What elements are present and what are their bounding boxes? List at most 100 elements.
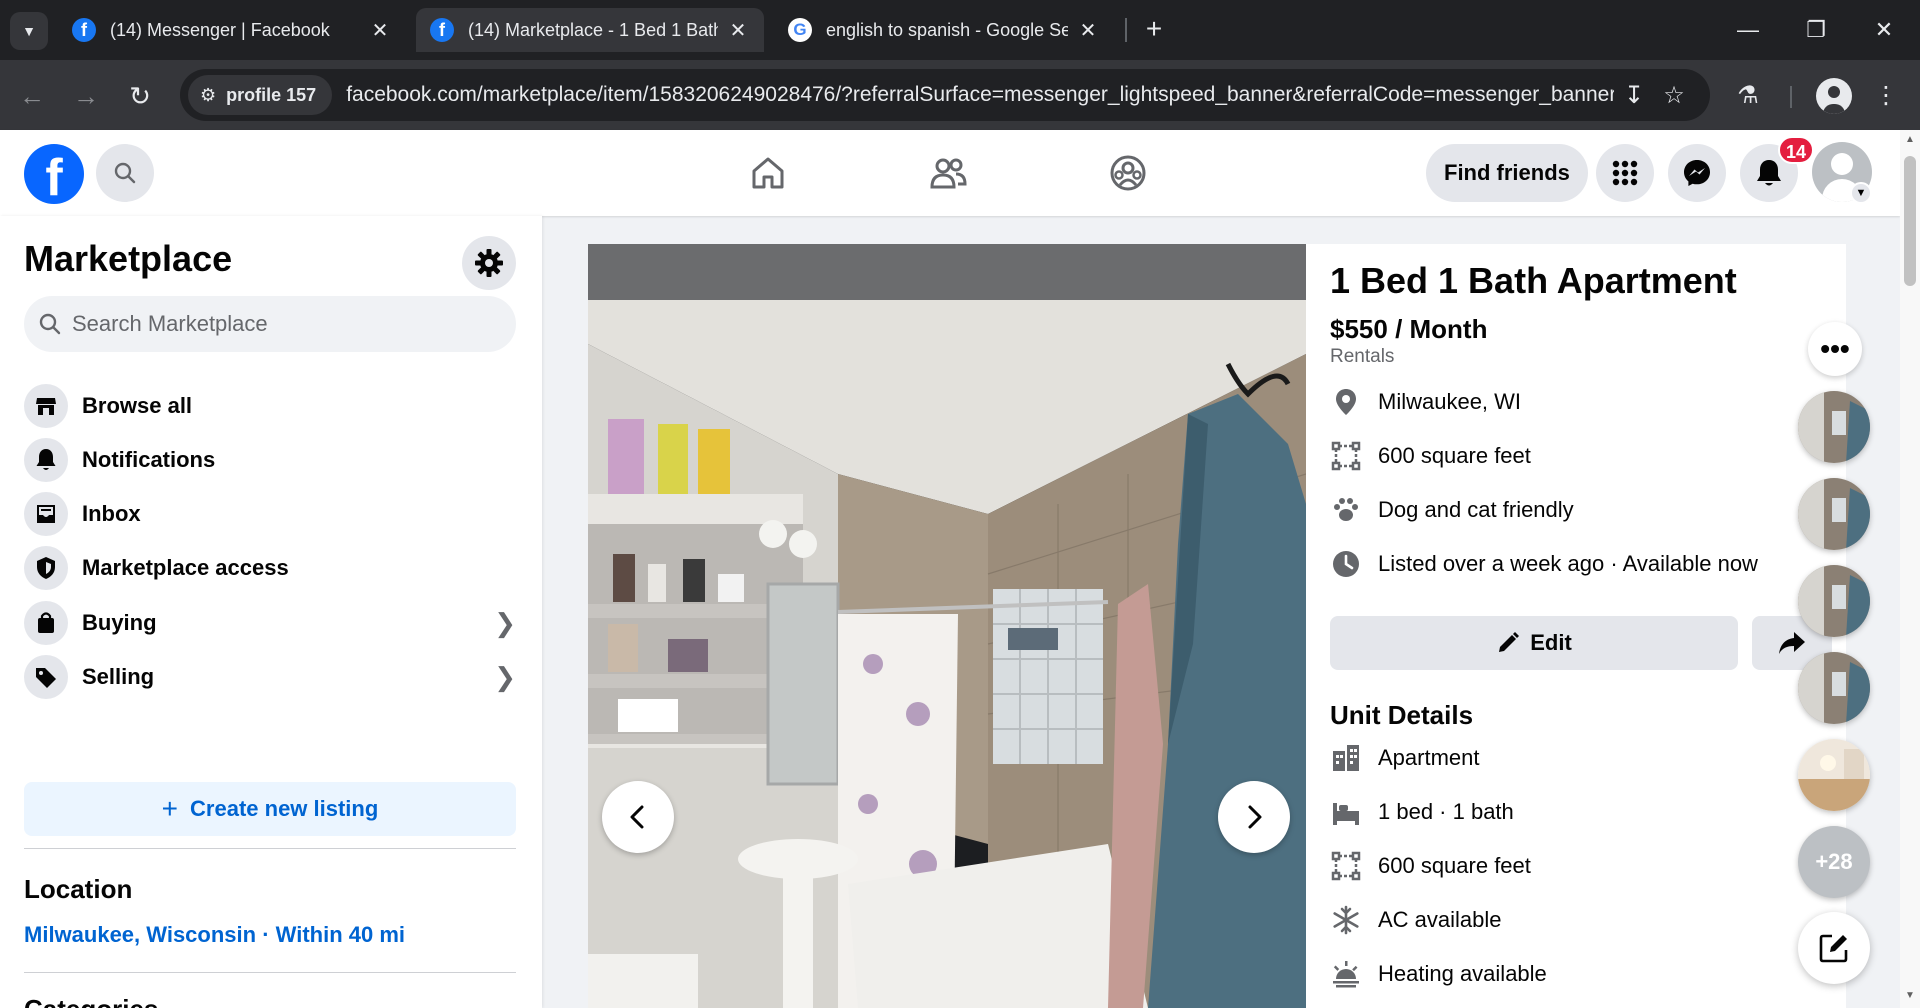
search-icon (114, 162, 136, 184)
sidebar-item-browse-all[interactable]: Browse all (24, 378, 518, 434)
fact-location: Milwaukee, WI (1330, 382, 1521, 422)
profile-chip-label: profile 157 (226, 84, 317, 105)
chat-head[interactable] (1798, 739, 1870, 811)
location-filter-link[interactable]: Milwaukee, Wisconsin · Within 40 mi (24, 922, 405, 948)
close-window-button[interactable]: ✕ (1864, 14, 1904, 46)
new-tab-button[interactable]: + (1138, 14, 1170, 46)
chat-heads-options-button[interactable]: ••• (1808, 322, 1862, 376)
sidebar-title: Marketplace (24, 238, 233, 279)
storefront-icon (24, 384, 68, 428)
sidebar-item-buying[interactable]: Buying ❯ (24, 595, 518, 651)
more-chat-heads[interactable]: +28 (1798, 826, 1870, 898)
minimize-button[interactable]: — (1728, 14, 1768, 46)
tab-messenger[interactable]: f (14) Messenger | Facebook ✕ (58, 8, 406, 52)
chat-head[interactable] (1798, 478, 1870, 550)
friends-nav-button[interactable] (918, 148, 978, 198)
marketplace-search-input[interactable] (72, 311, 492, 337)
sidebar-item-label: Selling (82, 664, 155, 689)
back-button[interactable]: ← (14, 78, 50, 114)
facebook-search-button[interactable] (96, 144, 154, 202)
notification-count-badge: 14 (1778, 136, 1815, 164)
sidebar-item-notifications[interactable]: Notifications (24, 432, 518, 488)
profile-chip[interactable]: ⚙ profile 157 (188, 75, 333, 115)
next-photo-button[interactable] (1218, 781, 1290, 853)
address-bar[interactable]: ⚙ profile 157 facebook.com/marketplace/i… (180, 69, 1710, 121)
search-icon (39, 313, 61, 335)
url-text[interactable]: facebook.com/marketplace/item/1583206249… (346, 83, 1614, 107)
tab-google-search[interactable]: G english to spanish - Google Sea ✕ (774, 8, 1114, 52)
chevron-down-icon[interactable]: ▼ (1850, 182, 1872, 204)
tab-separator (1125, 18, 1127, 42)
close-tab-icon[interactable]: ✕ (368, 18, 392, 43)
fact-pets: Dog and cat friendly (1330, 490, 1574, 530)
tab-marketplace[interactable]: f (14) Marketplace - 1 Bed 1 Bath ✕ (416, 8, 764, 52)
building-icon (1330, 742, 1362, 774)
fact-listed-time: Listed over a week ago · Available now (1330, 544, 1758, 584)
friends-icon (930, 158, 967, 189)
messenger-button[interactable] (1668, 144, 1726, 202)
heating-icon (1330, 958, 1362, 990)
listing-photo (588, 244, 1306, 1008)
sidebar-item-inbox[interactable]: Inbox (24, 486, 518, 542)
previous-photo-button[interactable] (602, 781, 674, 853)
chat-head[interactable] (1798, 565, 1870, 637)
groups-nav-button[interactable] (1098, 148, 1158, 198)
bed-icon (1330, 796, 1362, 828)
browser-toolbar: ← → ↻ ⚙ profile 157 facebook.com/marketp… (0, 60, 1920, 130)
toolbar-separator (1790, 86, 1792, 108)
home-nav-button[interactable] (738, 148, 798, 198)
close-tab-icon[interactable]: ✕ (1076, 18, 1100, 43)
reload-button[interactable]: ↻ (122, 78, 158, 114)
sidebar-item-label: Notifications (82, 447, 216, 472)
browser-menu-icon[interactable]: ⋮ (1868, 78, 1904, 114)
chat-head[interactable] (1798, 652, 1870, 724)
page-scrollbar[interactable]: ▲ ▼ (1900, 130, 1920, 1008)
forward-button[interactable]: → (68, 78, 104, 114)
unit-detail-square-feet: 600 square feet (1330, 846, 1531, 886)
share-icon (1779, 632, 1805, 654)
fact-text: Milwaukee, WI (1378, 389, 1522, 414)
listing-category[interactable]: Rentals (1330, 346, 1394, 368)
new-message-button[interactable] (1798, 912, 1870, 984)
chat-head[interactable] (1798, 391, 1870, 463)
unit-detail-text: AC available (1378, 907, 1502, 932)
find-friends-button[interactable]: Find friends (1426, 144, 1588, 202)
chat-head-thumbnail (1798, 565, 1870, 637)
area-icon (1330, 440, 1362, 472)
browser-tab-bar: ▼ f (14) Messenger | Facebook ✕ f (14) M… (0, 0, 1920, 60)
plus-icon: + (161, 793, 179, 824)
close-tab-icon[interactable]: ✕ (726, 18, 750, 43)
browser-profile-avatar[interactable] (1816, 78, 1852, 114)
sidebar-divider (24, 848, 516, 849)
scrollbar-thumb[interactable] (1904, 156, 1916, 286)
categories-heading: Categories (24, 994, 158, 1008)
facebook-icon: f (72, 18, 96, 42)
unit-details-heading: Unit Details (1330, 700, 1474, 730)
facebook-logo[interactable]: f (24, 144, 84, 204)
scroll-down-icon[interactable]: ▼ (1900, 990, 1920, 1001)
restore-button[interactable]: ❐ (1796, 14, 1836, 46)
chat-head-thumbnail (1798, 739, 1870, 811)
scroll-up-icon[interactable]: ▲ (1900, 134, 1920, 145)
unit-detail-bed-bath: 1 bed · 1 bath (1330, 792, 1514, 832)
marketplace-sidebar: Marketplace Browse all Notifications (0, 216, 542, 1008)
bookmark-star-icon[interactable]: ☆ (1654, 81, 1694, 110)
shield-icon (24, 546, 68, 590)
unit-detail-text: 600 square feet (1378, 853, 1531, 878)
chat-head-thumbnail (1798, 478, 1870, 550)
sidebar-item-selling[interactable]: Selling ❯ (24, 649, 518, 705)
edit-listing-button[interactable]: Edit (1330, 616, 1738, 670)
marketplace-search[interactable] (24, 296, 516, 352)
unit-detail-heating: Heating available (1330, 954, 1547, 994)
edit-listing-label: Edit (1530, 630, 1572, 655)
install-app-icon[interactable]: ↧ (1614, 81, 1654, 110)
create-new-listing-button[interactable]: + Create new listing (24, 782, 516, 836)
sidebar-item-marketplace-access[interactable]: Marketplace access (24, 540, 518, 596)
tab-search-button[interactable]: ▼ (10, 12, 48, 50)
menu-grid-button[interactable] (1596, 144, 1654, 202)
marketplace-settings-button[interactable] (462, 236, 516, 290)
labs-flask-icon[interactable]: ⚗ (1730, 78, 1766, 114)
messenger-icon (1684, 160, 1710, 186)
tab-title: (14) Messenger | Facebook (110, 19, 330, 40)
sidebar-item-label: Marketplace access (82, 555, 289, 580)
